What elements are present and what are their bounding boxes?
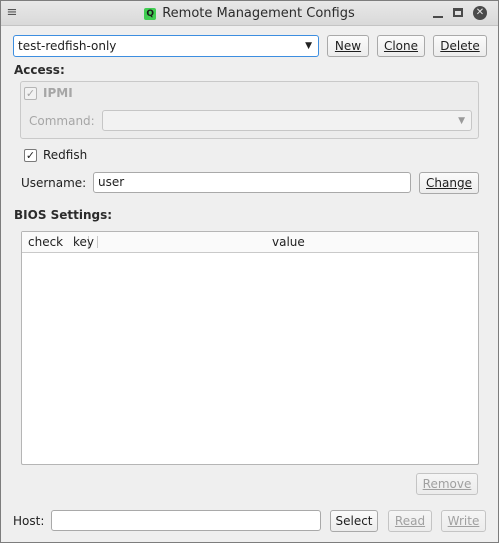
maximize-icon[interactable] [451,6,465,20]
write-button-label: Write [447,514,480,528]
chevron-down-icon: ▼ [458,116,465,126]
username-field[interactable]: user [93,172,411,193]
change-button[interactable]: Change [419,172,479,194]
config-select[interactable]: test-redfish-only ▼ [13,35,319,57]
command-label: Command: [29,114,95,128]
config-select-value: test-redfish-only [18,39,117,53]
select-button[interactable]: Select [330,510,378,532]
table-header: check key value [22,232,478,253]
remote-management-configs-window: ≡ Q Remote Management Configs ✕ test-red… [0,0,499,543]
bios-settings-heading: BIOS Settings: [14,208,113,222]
host-label: Host: [13,514,45,528]
username-label: Username: [21,176,87,190]
select-button-label: Select [335,514,373,528]
ipmi-checkbox[interactable]: ✓ [24,87,37,100]
minimize-icon[interactable] [431,6,445,20]
access-heading: Access: [14,63,65,77]
command-select[interactable]: ▼ [102,110,472,131]
close-icon[interactable]: ✕ [473,6,487,20]
clone-button[interactable]: Clone [377,35,425,57]
app-logo-icon: Q [144,7,157,20]
window-title: Remote Management Configs [162,6,355,21]
title-bar[interactable]: ≡ Q Remote Management Configs ✕ [1,1,498,26]
delete-button[interactable]: Delete [433,35,487,57]
redfish-label: Redfish [43,148,88,162]
write-button[interactable]: Write [441,510,486,532]
read-button[interactable]: Read [388,510,432,532]
title-group: Q Remote Management Configs [1,1,498,26]
new-button-label: New [334,39,362,53]
delete-button-label: Delete [440,39,480,53]
column-header-key[interactable]: key [73,232,94,252]
change-button-label: Change [426,176,472,190]
column-header-value[interactable]: value [272,232,305,252]
ipmi-label: IPMI [43,86,73,100]
menu-icon[interactable]: ≡ [5,6,19,20]
new-button[interactable]: New [327,35,369,57]
host-field[interactable] [51,510,321,531]
chevron-down-icon: ▼ [305,41,312,51]
column-header-check[interactable]: check [28,232,63,252]
remove-button[interactable]: Remove [416,473,478,495]
read-button-label: Read [394,514,426,528]
clone-button-label: Clone [383,39,419,53]
column-divider[interactable] [97,236,98,248]
remove-button-label: Remove [422,477,472,491]
bios-settings-table[interactable]: check key value [21,231,479,465]
redfish-checkbox[interactable]: ✓ [24,149,37,162]
